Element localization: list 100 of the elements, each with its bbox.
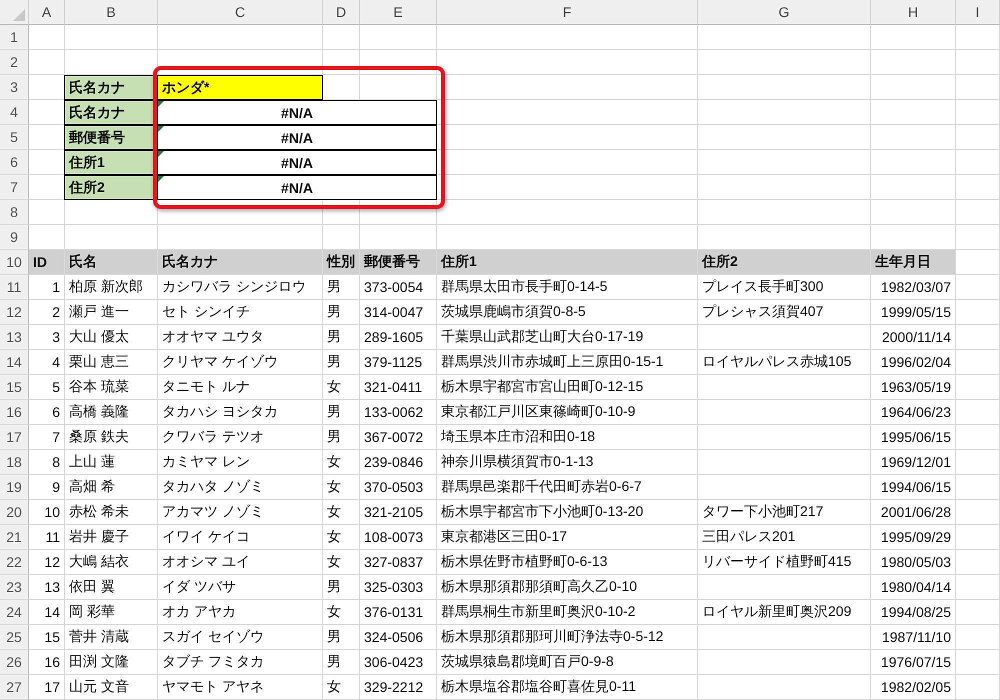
row-number: 4 [0,100,29,125]
table-cell: 群馬県桐生市新里町奥沢0-10-2 [437,600,698,625]
table-cell: アカマツ ノゾミ [158,500,323,525]
table-cell: 1996/02/04 [871,350,956,375]
table-cell: 女 [323,550,360,575]
table-cell: 田渕 文隆 [65,650,158,675]
row-number: 1 [0,25,29,50]
table-cell: リバーサイド植野町415 [698,550,871,575]
table-cell: 栃木県佐野市植野町0-6-13 [437,550,698,575]
column-header[interactable]: H [871,0,956,25]
row-number: 5 [0,125,29,150]
row-number: 2 [0,50,29,75]
table-cell: タカハシ ヨシタカ [158,400,323,425]
table-cell: 女 [323,475,360,500]
table-cell: 茨城県猿島郡境町百戸0-9-8 [437,650,698,675]
table-cell: タワー下小池町217 [698,500,871,525]
table-cell: 上山 蓮 [65,450,158,475]
table-cell: 1995/06/15 [871,425,956,450]
row-number: 15 [0,375,29,400]
table-cell: 1976/07/15 [871,650,956,675]
table-cell: 女 [323,450,360,475]
row-number: 14 [0,350,29,375]
table-cell: 17 [29,675,65,700]
table-cell: 赤松 希未 [65,500,158,525]
table-cell: 大山 優太 [65,325,158,350]
row-number: 9 [0,225,29,250]
column-header[interactable]: F [437,0,698,25]
column-header[interactable]: E [360,0,437,25]
table-cell: 岩井 慶子 [65,525,158,550]
table-cell: 神奈川県横須賀市0-1-13 [437,450,698,475]
table-cell: 山元 文音 [65,675,158,700]
row-number: 11 [0,275,29,300]
table-cell: 男 [323,400,360,425]
table-cell: 栃木県宇都宮市下小池町0-13-20 [437,500,698,525]
input-field[interactable]: ホンダ* [157,75,323,100]
table-cell: 7 [29,425,65,450]
column-heading: 住所1 [437,250,698,275]
column-heading: 氏名 [65,250,158,275]
table-cell: ロイヤルパレス赤城105 [698,350,871,375]
table-cell: 茨城県鹿嶋市須賀0-8-5 [437,300,698,325]
table-cell: 岡 彩華 [65,600,158,625]
table-cell: 群馬県渋川市赤城町上三原田0-15-1 [437,350,698,375]
row-number: 25 [0,625,29,650]
table-cell: 2 [29,300,65,325]
table-cell: 女 [323,500,360,525]
row-number: 13 [0,325,29,350]
column-header[interactable]: C [158,0,323,25]
table-cell: 千葉県山武郡芝山町大台0-17-19 [437,325,698,350]
table-cell: 5 [29,375,65,400]
table-cell: 367-0072 [360,425,437,450]
table-cell: 瀬戸 進一 [65,300,158,325]
table-cell: イワイ ケイコ [158,525,323,550]
table-cell: カシワバラ シンジロウ [158,275,323,300]
table-cell: 男 [323,325,360,350]
column-header[interactable]: G [698,0,871,25]
table-cell: 1982/03/07 [871,275,956,300]
table-cell: 依田 翼 [65,575,158,600]
row-number: 26 [0,650,29,675]
table-cell: 133-0062 [360,400,437,425]
table-cell: 239-0846 [360,450,437,475]
row-number: 20 [0,500,29,525]
table-cell: 栗山 恵三 [65,350,158,375]
table-cell: 女 [323,375,360,400]
table-cell: カミヤマ レン [158,450,323,475]
table-cell: 1964/06/23 [871,400,956,425]
column-heading: 住所2 [698,250,871,275]
table-cell: オカ アヤカ [158,600,323,625]
table-cell: 1982/02/05 [871,675,956,700]
table-cell: 1995/09/29 [871,525,956,550]
table-cell: 高畑 希 [65,475,158,500]
table-cell: 栃木県塩谷郡塩谷町喜佐見0-11 [437,675,698,700]
table-cell: 2001/06/28 [871,500,956,525]
table-cell: 大嶋 結衣 [65,550,158,575]
row-number: 24 [0,600,29,625]
column-header[interactable]: D [323,0,360,25]
table-cell: 女 [323,600,360,625]
table-cell: 1994/08/25 [871,600,956,625]
column-header[interactable]: A [29,0,65,25]
row-number: 17 [0,425,29,450]
table-cell: 桑原 鉄夫 [65,425,158,450]
table-cell: 男 [323,575,360,600]
table-cell: 1 [29,275,65,300]
column-header[interactable]: B [65,0,158,25]
table-cell: 栃木県那須郡那須町高久乙0-10 [437,575,698,600]
column-heading: 生年月日 [871,250,956,275]
table-cell: 10 [29,500,65,525]
table-cell: 379-1125 [360,350,437,375]
column-header[interactable]: I [956,0,1000,25]
row-number: 19 [0,475,29,500]
table-cell: クワバラ テツオ [158,425,323,450]
table-cell: 東京都江戸川区東篠崎町0-10-9 [437,400,698,425]
table-cell: 男 [323,425,360,450]
table-cell: 373-0054 [360,275,437,300]
table-cell: 男 [323,275,360,300]
table-cell: イダ ツバサ [158,575,323,600]
table-cell: 289-1605 [360,325,437,350]
row-number: 27 [0,675,29,700]
row-number: 7 [0,175,29,200]
select-all-icon[interactable] [13,9,25,21]
table-cell: スガイ セイゾウ [158,625,323,650]
